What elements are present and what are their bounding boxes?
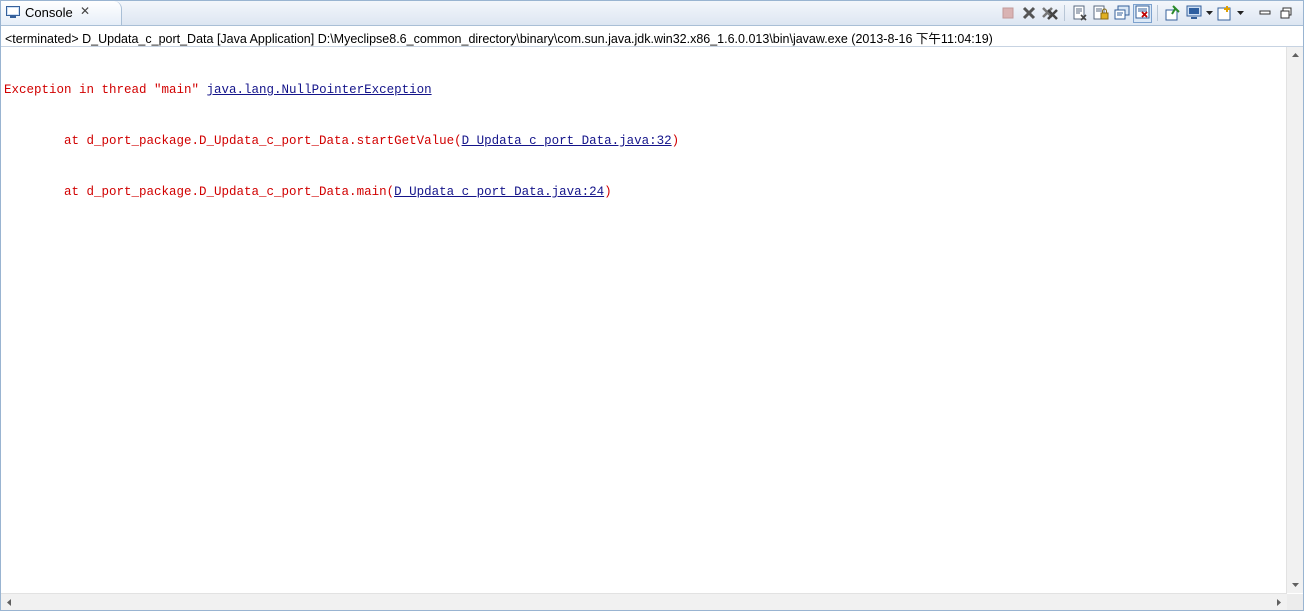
divider — [1, 46, 1303, 47]
close-icon[interactable]: ✕ — [79, 5, 91, 17]
scroll-right-arrow-icon[interactable] — [1271, 594, 1287, 610]
terminate-icon[interactable] — [998, 4, 1017, 23]
process-description: <terminated> D_Updata_c_port_Data [Java … — [5, 32, 993, 46]
console-text: at d_port_package.D_Updata_c_port_Data.m… — [4, 185, 395, 199]
console-line: Exception in thread "main" java.lang.Nul… — [4, 82, 1284, 99]
console-icon — [6, 6, 20, 19]
clear-console-icon[interactable] — [1070, 4, 1089, 23]
stacktrace-link[interactable]: D_Updata_c_port_Data.java:32 — [462, 134, 672, 148]
chevron-down-icon[interactable] — [1205, 4, 1213, 23]
scroll-lock-icon[interactable] — [1091, 4, 1110, 23]
console-text: at d_port_package.D_Updata_c_port_Data.s… — [4, 134, 462, 148]
maximize-icon[interactable] — [1276, 4, 1295, 23]
horizontal-scrollbar[interactable] — [1, 593, 1287, 610]
console-output[interactable]: Exception in thread "main" java.lang.Nul… — [4, 48, 1284, 593]
remove-all-terminated-icon[interactable] — [1040, 4, 1059, 23]
console-view: Console ✕ <terminated> D_Updata_c_port_D… — [0, 0, 1304, 611]
minimize-icon[interactable] — [1255, 4, 1274, 23]
console-line: at d_port_package.D_Updata_c_port_Data.m… — [4, 184, 1284, 201]
scroll-left-arrow-icon[interactable] — [1, 594, 17, 610]
view-tab-bar: Console ✕ — [1, 1, 1303, 26]
toolbar-separator — [1249, 5, 1250, 21]
view-toolbar — [998, 3, 1295, 23]
toolbar-separator — [1064, 5, 1065, 21]
scroll-up-arrow-icon[interactable] — [1287, 47, 1303, 63]
console-text: ) — [604, 185, 612, 199]
toolbar-separator — [1157, 5, 1158, 21]
chevron-down-icon[interactable] — [1236, 4, 1244, 23]
stacktrace-link[interactable]: D_Updata_c_port_Data.java:24 — [394, 185, 604, 199]
open-console-icon[interactable] — [1215, 4, 1234, 23]
vertical-scrollbar[interactable] — [1286, 47, 1303, 593]
show-console-on-output-icon[interactable] — [1112, 4, 1131, 23]
scrollbar-corner — [1287, 594, 1303, 610]
exception-link[interactable]: java.lang.NullPointerException — [207, 83, 432, 97]
pin-console-icon[interactable] — [1163, 4, 1182, 23]
display-selected-console-icon[interactable] — [1184, 4, 1203, 23]
tab-console-label: Console — [25, 5, 73, 20]
show-console-on-error-icon[interactable] — [1133, 3, 1152, 23]
console-text: ) — [671, 134, 680, 148]
console-line: at d_port_package.D_Updata_c_port_Data.s… — [4, 133, 1284, 150]
remove-launch-icon[interactable] — [1019, 4, 1038, 23]
scroll-down-arrow-icon[interactable] — [1287, 577, 1303, 593]
console-text: Exception in thread "main" — [4, 83, 207, 97]
tab-console[interactable]: Console ✕ — [1, 1, 122, 25]
